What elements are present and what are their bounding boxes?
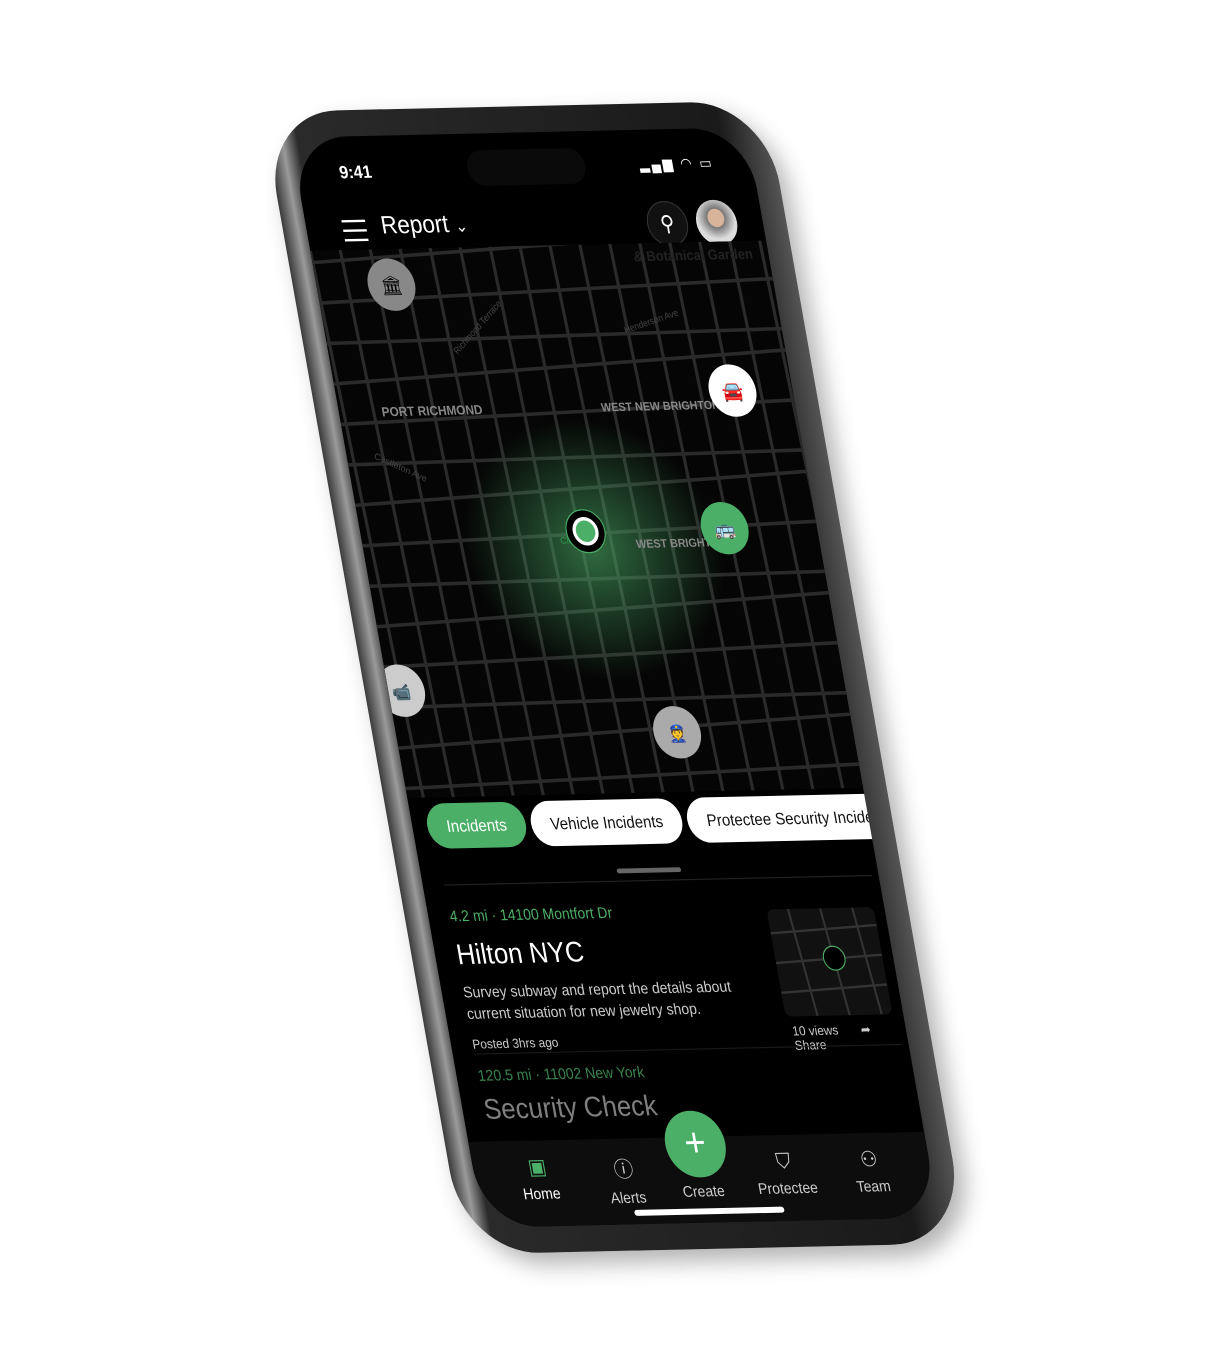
nav-home[interactable]: ▣ Home bbox=[492, 1154, 586, 1204]
map-label: WEST NEW BRIGHTON bbox=[600, 399, 721, 414]
phone-screen: 9:41 ▂▄▆ ◠ ▭ Report ⌄ ⚲ PORT RICHMOND WE… bbox=[290, 127, 940, 1228]
item-map-thumbnail bbox=[766, 907, 893, 1017]
search-icon[interactable]: ⚲ bbox=[643, 200, 692, 247]
chip-vehicle-incidents[interactable]: Vehicle Incidents bbox=[527, 798, 687, 847]
list-item[interactable]: 4.2 mi · 14100 Montfort Dr Hilton NYC Su… bbox=[444, 874, 902, 1053]
chevron-down-icon: ⌄ bbox=[453, 216, 470, 236]
map-label: PORT RICHMOND bbox=[381, 403, 484, 420]
svg-text:👮: 👮 bbox=[666, 724, 688, 744]
svg-text:🏛: 🏛 bbox=[379, 274, 405, 296]
menu-icon[interactable] bbox=[341, 219, 370, 249]
team-icon: ⚇ bbox=[858, 1147, 880, 1172]
svg-text:🚌: 🚌 bbox=[712, 517, 737, 539]
status-time: 9:41 bbox=[337, 162, 374, 184]
nav-create-label: Create bbox=[681, 1181, 727, 1201]
status-icons: ▂▄▆ ◠ ▭ bbox=[637, 154, 716, 173]
svg-text:📹: 📹 bbox=[390, 683, 412, 702]
nav-label: Home bbox=[521, 1184, 562, 1203]
nav-label: Protectee bbox=[756, 1178, 820, 1198]
chip-incidents[interactable]: Incidents bbox=[423, 801, 530, 849]
map[interactable]: PORT RICHMOND WEST NEW BRIGHTON WEST BRI… bbox=[310, 240, 864, 799]
sheet-handle[interactable] bbox=[616, 867, 682, 874]
nav-team[interactable]: ⚇ Team bbox=[824, 1146, 918, 1196]
nav-alerts[interactable]: ⓘ Alerts bbox=[578, 1152, 673, 1207]
item-views: 10 views bbox=[791, 1023, 840, 1040]
page-title: Report bbox=[378, 210, 451, 240]
home-icon: ▣ bbox=[525, 1154, 549, 1179]
item-meta: 120.5 mi · 11002 New York bbox=[476, 1062, 646, 1085]
nav-protectee[interactable]: ⛉ Protectee bbox=[738, 1148, 832, 1198]
plus-icon: + bbox=[680, 1120, 710, 1166]
nav-label: Team bbox=[854, 1176, 893, 1196]
svg-text:🚘: 🚘 bbox=[720, 380, 745, 402]
phone-frame: 9:41 ▂▄▆ ◠ ▭ Report ⌄ ⚲ PORT RICHMOND WE… bbox=[262, 100, 968, 1255]
dynamic-island bbox=[464, 147, 589, 187]
alert-icon: ⓘ bbox=[611, 1157, 636, 1182]
report-dropdown[interactable]: Report ⌄ bbox=[379, 210, 470, 240]
shield-icon: ⛉ bbox=[773, 1149, 793, 1174]
item-description: Survey subway and report the details abo… bbox=[461, 977, 733, 1022]
chip-protectee-security-incident[interactable]: Protectee Security Incident bbox=[683, 793, 910, 844]
nav-label: Alerts bbox=[609, 1188, 648, 1207]
avatar[interactable] bbox=[692, 199, 741, 246]
map-label: & Botanical Garden bbox=[632, 246, 754, 264]
filter-chips: Incidents Vehicle Incidents Protectee Secu… bbox=[423, 793, 914, 849]
